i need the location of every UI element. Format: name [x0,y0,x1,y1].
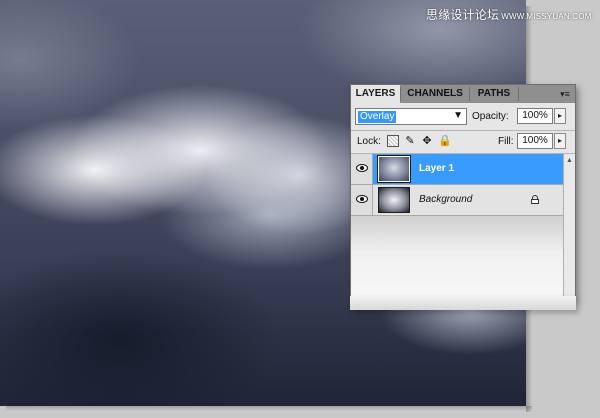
blend-mode-select[interactable]: Overlay ▼ [355,108,467,125]
tab-channels[interactable]: CHANNELS [401,85,469,103]
scroll-up-icon[interactable]: ▲ [566,157,573,164]
canvas-shadow-bottom [6,406,532,411]
layers-panel: LAYERS CHANNELS PATHS ▾≡ Overlay ▼ Opaci… [350,84,576,299]
layers-list: Layer 1 Background [351,154,563,298]
tab-separator [518,87,519,101]
layer-name[interactable]: Background [419,194,472,205]
eye-icon [356,195,368,203]
watermark: 思缘设计论坛 WWW.MISSYUAN.COM [426,6,598,22]
blend-opacity-row: Overlay ▼ Opacity: 100% ▸ [351,105,575,129]
blend-mode-value: Overlay [358,111,397,123]
lock-icon[interactable]: 🔒 [438,135,452,147]
opacity-label: Opacity: [472,111,509,122]
lock-fill-row: Lock: ✎ ✥ 🔒 Fill: 100% ▸ [351,131,575,153]
panel-tab-bar: LAYERS CHANNELS PATHS ▾≡ [351,85,575,103]
lock-label: Lock: [357,136,381,147]
watermark-cn: 思缘设计论坛 [426,8,500,22]
layer-name[interactable]: Layer 1 [419,163,454,174]
fill-label: Fill: [498,136,514,147]
tab-layers[interactable]: LAYERS [351,85,400,103]
opacity-field[interactable]: 100% [517,108,553,124]
tab-paths[interactable]: PATHS [470,85,518,103]
layers-empty-area [351,216,563,298]
move-icon[interactable]: ✥ [421,135,433,147]
chevron-down-icon: ▼ [453,110,463,121]
visibility-toggle[interactable] [351,185,373,215]
layer-row-layer-1[interactable]: Layer 1 [351,154,563,185]
lock-icon [531,195,539,204]
layer-thumbnail [377,155,411,183]
layer-row-background[interactable]: Background [351,185,563,216]
opacity-slider-button[interactable]: ▸ [554,108,566,124]
brush-icon[interactable]: ✎ [404,135,416,147]
layer-thumbnail [378,187,410,213]
layers-scrollbar[interactable]: ▲ [563,154,575,298]
watermark-url: WWW.MISSYUAN.COM [501,12,592,21]
eye-icon [356,164,368,172]
panel-menu-icon[interactable]: ▾≡ [559,89,571,99]
fill-slider-button[interactable]: ▸ [554,133,566,149]
panel-bottom-extension [350,296,576,310]
visibility-toggle[interactable] [351,154,373,184]
lock-transparent-icon[interactable] [387,135,399,147]
fill-field[interactable]: 100% [517,133,553,149]
